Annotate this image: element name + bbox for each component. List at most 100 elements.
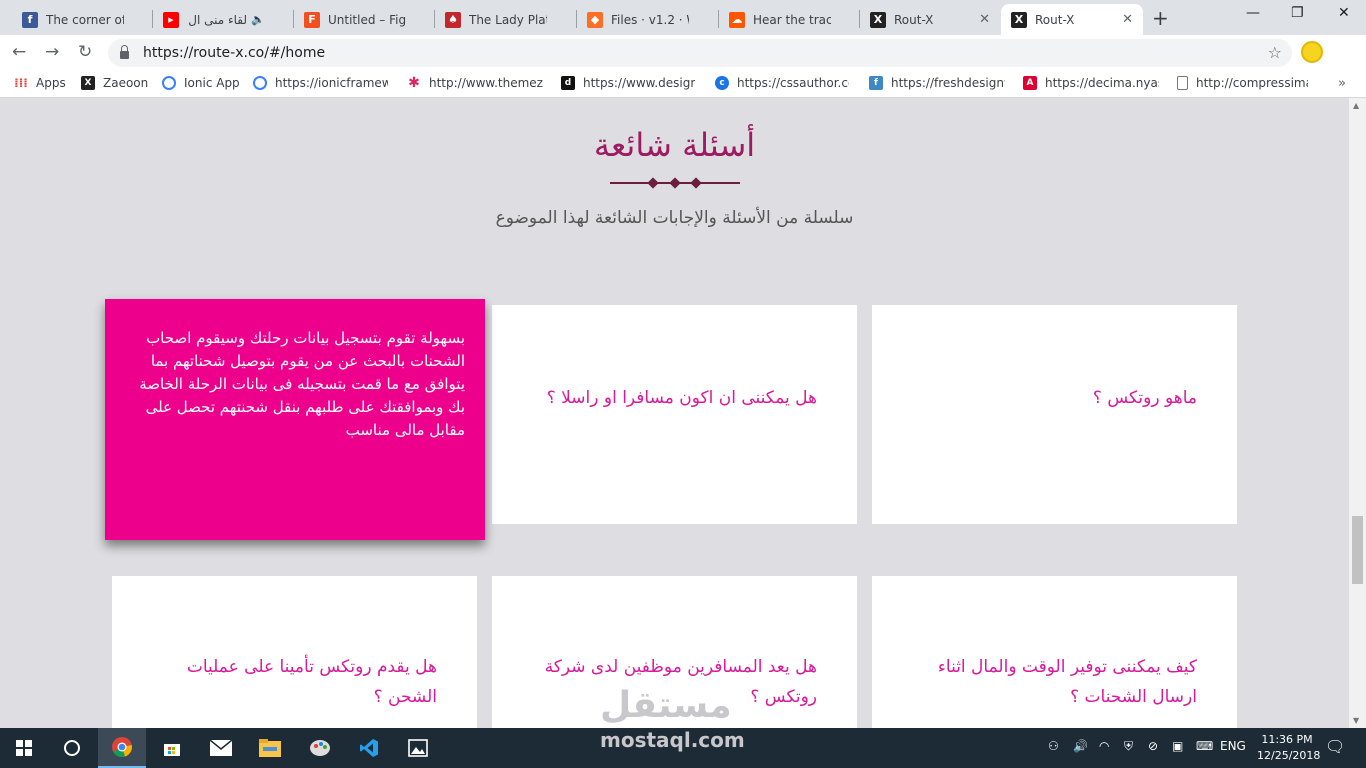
photos-icon[interactable] [394, 728, 442, 768]
store-bag-icon[interactable] [148, 728, 196, 768]
faq-card-expanded[interactable]: بسهولة تقوم بتسجيل بيانات رحلتك وسيقوم ا… [105, 299, 485, 540]
divider-diamond [669, 177, 681, 189]
bookmark-freshdesign[interactable]: f https://freshdesignwe [869, 76, 1005, 90]
faq-section-subtitle: سلسلة من الأسئلة والإجابات الشائعة لهذا … [495, 208, 854, 228]
tab-title: Rout-X [894, 12, 934, 27]
tab-soundcloud[interactable]: ☁ Hear the tracks [719, 4, 859, 35]
defender-shield-icon[interactable]: ⛨ [1124, 739, 1133, 754]
bookmark-themezaa[interactable]: ✱ http://www.themezaa [407, 75, 543, 91]
bookmark-designer[interactable]: d https://www.designer [561, 76, 695, 90]
routx-icon: X [1011, 11, 1027, 28]
divider-diamond [690, 177, 702, 189]
system-clock[interactable]: 11:36 PM 12/25/2018 [1257, 732, 1320, 764]
language-indicator[interactable]: ENG [1220, 739, 1246, 753]
tab-gitlab-files[interactable]: ◆ Files · v1.2 · Wa [577, 4, 717, 35]
volume-icon[interactable]: 🔊 [1073, 739, 1088, 753]
page-scrollbar[interactable]: ▲ ▼ [1349, 98, 1366, 728]
scroll-up-arrow-icon[interactable]: ▲ [1353, 101, 1359, 110]
windows-taskbar: ⚇ 🔊 ◠ ⛨ ⊘ ▣ ⌨ ENG 11:36 PM 12/25/2018 🗨 … [0, 728, 1366, 768]
new-tab-plus-icon[interactable]: + [1152, 6, 1169, 30]
faq-answer: بسهولة تقوم بتسجيل بيانات رحلتك وسيقوم ا… [139, 329, 465, 439]
forward-arrow-icon[interactable]: → [45, 42, 59, 62]
speaker-icon: 🔈 [251, 13, 265, 26]
faq-question: هل يقدم روتكس تأمينا على عمليات الشحن ؟ [186, 657, 437, 707]
minimize-icon[interactable]: — [1246, 5, 1260, 21]
keyboard-icon[interactable]: ⌨ [1196, 739, 1213, 753]
people-icon[interactable]: ⚇ [1048, 739, 1059, 753]
tab-title: Rout-X [1035, 12, 1075, 27]
tab-lady-platform[interactable]: ♠ The Lady Platf [435, 4, 575, 35]
gitlab-icon: ◆ [587, 11, 603, 28]
faq-card[interactable]: ماهو روتكس ؟ [872, 305, 1237, 524]
chrome-icon[interactable] [98, 728, 146, 768]
notification-app-icon[interactable]: ▣ [1172, 739, 1183, 753]
tab-routx-active[interactable]: X Rout-X ✕ [1001, 4, 1143, 35]
faq-card[interactable]: هل يقدم روتكس تأمينا على عمليات الشحن ؟ [112, 576, 477, 728]
divider-diamond [647, 177, 659, 189]
bookmark-decima[interactable]: A https://decima.nyash [1023, 76, 1159, 90]
scrollbar-thumb[interactable] [1352, 516, 1363, 584]
bookmark-ionicframework[interactable]: https://ionicframewo [253, 76, 388, 90]
cssauthor-icon: c [715, 76, 729, 90]
more-bookmarks-chevron-icon[interactable]: » [1338, 76, 1346, 91]
ionic-icon [253, 76, 267, 90]
angular-icon: A [1023, 76, 1037, 90]
back-arrow-icon[interactable]: ← [12, 42, 26, 62]
close-window-icon[interactable]: ✕ [1338, 5, 1350, 21]
search-circle-icon[interactable] [48, 728, 96, 768]
soundcloud-icon: ☁ [729, 11, 745, 28]
lock-icon [120, 45, 129, 59]
faq-card[interactable]: كيف يمكننى توفير الوقت والمال اثناء ارسا… [872, 576, 1237, 728]
tab-title: Hear the tracks [753, 12, 831, 27]
vscode-icon[interactable] [345, 728, 393, 768]
browser-tabstrip: f The corner of ▶ لقاء منى ال 🔈 F Untitl… [0, 0, 1366, 35]
faq-section-title: أسئلة شائعة [593, 126, 756, 164]
tab-title: The Lady Platf [469, 12, 547, 27]
scroll-down-arrow-icon[interactable]: ▼ [1353, 716, 1359, 725]
freshdesign-icon: f [869, 76, 883, 90]
flame-icon: ♠ [445, 11, 461, 28]
tab-title: لقاء منى ال [188, 12, 247, 27]
paint-palette-icon[interactable] [296, 728, 344, 768]
page-icon [1177, 76, 1188, 90]
bookmark-zaeoon[interactable]: X Zaeoon [81, 76, 148, 90]
tab-title: Files · v1.2 · Wa [611, 12, 689, 27]
network-status-icon[interactable]: ⊘ [1148, 739, 1158, 753]
windows-start-icon[interactable] [0, 728, 48, 768]
url-text: https://route-x.co/#/home [143, 45, 326, 61]
bookmark-ionic-app[interactable]: Ionic App [162, 76, 240, 90]
restore-icon[interactable]: ❐ [1291, 5, 1304, 21]
action-center-icon[interactable]: 🗨 [1325, 737, 1345, 756]
close-tab-icon[interactable]: ✕ [979, 12, 990, 27]
asterisk-icon: ✱ [408, 75, 420, 91]
mail-icon[interactable] [197, 728, 245, 768]
bookmark-apps[interactable]: ⁞⁞⁞ Apps [14, 76, 66, 90]
tab-figma[interactable]: F Untitled – Figm [294, 4, 434, 35]
file-explorer-folder-icon[interactable] [246, 728, 294, 768]
designer-icon: d [561, 76, 575, 90]
mostaql-watermark-text: mostaql.com [600, 728, 745, 752]
faq-question: ماهو روتكس ؟ [1092, 388, 1197, 408]
faq-question: هل يمكننى ان اكون مسافرا او راسلا ؟ [546, 388, 817, 408]
tab-title: The corner of [46, 12, 124, 27]
address-bar[interactable]: https://route-x.co/#/home ☆ [108, 39, 1292, 67]
facebook-icon: f [22, 11, 38, 28]
page-viewport: أسئلة شائعة سلسلة من الأسئلة والإجابات ا… [0, 98, 1349, 728]
wifi-icon[interactable]: ◠ [1099, 739, 1109, 753]
faq-question: كيف يمكننى توفير الوقت والمال اثناء ارسا… [937, 657, 1197, 707]
routx-icon: X [81, 76, 95, 90]
profile-avatar[interactable] [1301, 41, 1323, 63]
tab-youtube[interactable]: ▶ لقاء منى ال 🔈 [153, 4, 293, 35]
apps-grid-icon: ⁞⁞⁞ [14, 76, 28, 90]
tab-title: Untitled – Figm [328, 12, 406, 27]
faq-card[interactable]: هل يمكننى ان اكون مسافرا او راسلا ؟ [492, 305, 857, 524]
bookmark-star-icon[interactable]: ☆ [1268, 43, 1282, 62]
browser-toolbar: ← → ↻ https://route-x.co/#/home ☆ [0, 35, 1366, 71]
bookmark-compressimage[interactable]: http://compressimag [1177, 76, 1308, 90]
bookmark-cssauthor[interactable]: c https://cssauthor.com [715, 76, 849, 90]
tab-facebook[interactable]: f The corner of [12, 4, 152, 35]
reload-icon[interactable]: ↻ [78, 42, 92, 62]
tab-routx-1[interactable]: X Rout-X ✕ [860, 4, 1000, 35]
close-tab-icon[interactable]: ✕ [1122, 12, 1133, 27]
figma-icon: F [304, 11, 320, 28]
